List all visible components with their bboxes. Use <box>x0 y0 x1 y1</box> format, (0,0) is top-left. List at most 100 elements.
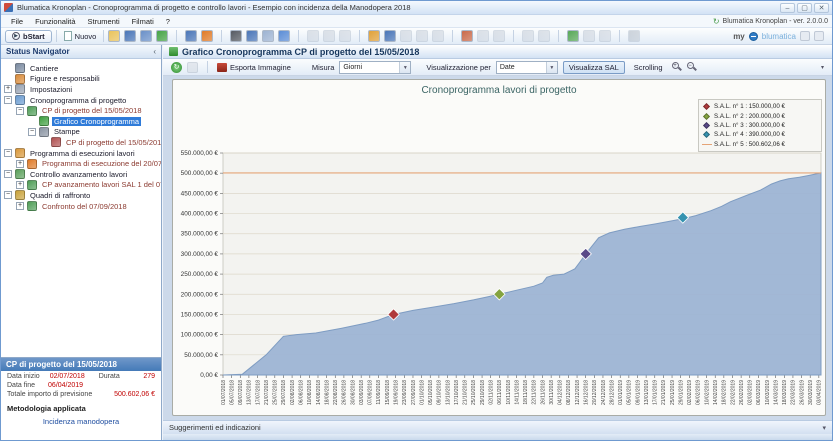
save-all-icon[interactable] <box>140 30 152 42</box>
visualizzazione-dropdown[interactable]: Date ▼ <box>496 61 558 74</box>
menu-item-strumenti[interactable]: Strumenti <box>82 17 126 26</box>
tree-item-impostazioni[interactable]: +Impostazioni <box>1 84 161 95</box>
tree-expander-minus[interactable]: − <box>16 107 24 115</box>
switch-view-icon[interactable] <box>461 30 473 42</box>
tree-item-figure-e-responsabili[interactable]: Figure e responsabili <box>1 74 161 85</box>
open-folder-icon[interactable] <box>108 30 120 42</box>
document-title: Grafico Cronoprogramma CP di progetto de… <box>182 47 419 57</box>
cp-document-icon <box>27 106 37 116</box>
refresh-icon[interactable] <box>156 30 168 42</box>
chart-small-icon <box>400 30 412 42</box>
tree-item-controllo-avanzamento-lavori[interactable]: − Controllo avanzamento lavori <box>1 169 161 180</box>
scales-icon[interactable] <box>201 30 213 42</box>
tree-expander-plus[interactable]: + <box>16 181 24 189</box>
x-tick-label: 26/03/2019 <box>799 380 805 405</box>
x-tick-label: 05/01/2019 <box>627 380 633 405</box>
esporta-immagine-button[interactable]: Esporta Immagine <box>217 63 291 72</box>
toolbar-separator <box>558 30 559 42</box>
image-export-icon[interactable] <box>567 30 579 42</box>
tree-item-cp-di-progetto-del-15-05-2018[interactable]: CP di progetto del 15/05/2018 <box>1 137 161 148</box>
tree-item-label: Stampe <box>52 127 82 136</box>
t-arrow-icon[interactable] <box>384 30 396 42</box>
x-tick-label: 01/10/2018 <box>419 380 425 405</box>
execution-item-icon <box>27 159 37 169</box>
tree-expander-plus[interactable]: + <box>16 160 24 168</box>
menu-item-filmati[interactable]: Filmati <box>126 17 160 26</box>
save-icon[interactable] <box>124 30 136 42</box>
tree-expander-plus[interactable]: + <box>4 85 12 93</box>
legend-entry: S.A.L. n° 2 : 200.000,00 € <box>702 111 818 120</box>
tree-item-cronoprogramma-di-progetto[interactable]: − Cronoprogramma di progetto <box>1 95 161 106</box>
x-tick-label: 18/08/2018 <box>324 380 330 405</box>
x-tick-label: 13/07/2018 <box>247 380 253 405</box>
durata-value: 279 <box>143 373 155 380</box>
bar-chart-icon[interactable] <box>246 30 258 42</box>
tree-expander-plus[interactable]: + <box>16 202 24 210</box>
x-tick-label: 22/08/2018 <box>333 380 339 405</box>
y-tick-label: 100.000,00 € <box>181 332 219 339</box>
menu-item-[interactable]: ? <box>160 17 176 26</box>
minimize-button[interactable]: – <box>780 3 795 13</box>
account-icon[interactable] <box>800 31 810 41</box>
execution-folder-icon <box>15 148 25 158</box>
tree-item-confronto-del-07-09-2018[interactable]: +Confronto del 07/09/2018 <box>1 201 161 212</box>
toolbar-separator <box>619 30 620 42</box>
scrolling-button[interactable]: Scrolling <box>630 63 667 72</box>
chevron-down-icon: ▾ <box>822 424 826 432</box>
tree-expander-minus[interactable]: − <box>4 96 12 104</box>
window-icon[interactable] <box>262 30 274 42</box>
table-icon <box>307 30 319 42</box>
metodologia-label: Metodologia applicata <box>1 398 161 413</box>
toolbar-overflow-icon[interactable]: ▾ <box>821 64 824 71</box>
tree-item-label: Grafico Cronoprogramma <box>52 117 141 126</box>
suggestions-bar[interactable]: Suggerimenti ed indicazioni ▾ <box>163 420 832 434</box>
b-export-icon[interactable] <box>368 30 380 42</box>
x-tick-label: 02/03/2019 <box>748 380 754 405</box>
tree-expander-minus[interactable]: − <box>4 170 12 178</box>
tree-expander-minus[interactable]: − <box>28 128 36 136</box>
misura-dropdown[interactable]: Giorni ▼ <box>339 61 411 74</box>
cut-icon[interactable] <box>230 30 242 42</box>
collapse-sidebar-button[interactable]: ‹ <box>153 47 156 56</box>
x-tick-label: 17/07/2018 <box>255 380 261 405</box>
x-tick-label: 22/11/2018 <box>532 380 538 405</box>
bstart-button[interactable]: ▶ bStart <box>5 30 52 43</box>
zoom-in-button[interactable]: + <box>672 62 682 72</box>
tree-item-cantiere[interactable]: Cantiere <box>1 63 161 74</box>
close-button[interactable]: ✕ <box>814 3 829 13</box>
tree-expander-minus[interactable]: − <box>4 191 12 199</box>
tree-item-cp-avanzamento-lavori-sal-1-del-07-09-20[interactable]: +CP avanzamento lavori SAL 1 del 07/09/2… <box>1 180 161 191</box>
x-tick-label: 10/02/2019 <box>704 380 710 405</box>
tree-item-label: Controllo avanzamento lavori <box>28 170 129 179</box>
chart-canvas[interactable]: Cronoprogramma lavori di progetto 0,00 €… <box>172 79 826 416</box>
toolbar-separator <box>359 30 360 42</box>
save-button[interactable] <box>187 62 198 73</box>
metodologia-value-link[interactable]: Incidenza manodopera <box>1 413 161 426</box>
tree-item-programma-di-esecuzione-del-20-07-2018[interactable]: +Programma di esecuzione del 20/07/2018 <box>1 158 161 169</box>
x-tick-label: 03/04/2019 <box>817 380 823 405</box>
tree-item-stampe[interactable]: − Stampe <box>1 127 161 138</box>
toolbar-separator <box>103 30 104 42</box>
tree-item-label: Cronoprogramma di progetto <box>28 96 128 105</box>
tree-item-grafico-cronoprogramma[interactable]: Grafico Cronoprogramma <box>1 116 161 127</box>
x-tick-label: 26/11/2018 <box>540 380 546 405</box>
y-tick-label: 0,00 € <box>200 372 218 379</box>
refresh-button[interactable]: ↻ <box>171 62 182 73</box>
maximize-button[interactable]: ▢ <box>797 3 812 13</box>
tree-expander-minus[interactable]: − <box>4 149 12 157</box>
zoom-out-button[interactable]: − <box>687 62 697 72</box>
tree-item-quadri-di-raffronto[interactable]: −Quadri di raffronto <box>1 190 161 201</box>
menu-item-file[interactable]: File <box>5 17 29 26</box>
y-tick-label: 50.000,00 € <box>184 352 218 359</box>
menu-item-funzionalit[interactable]: Funzionalità <box>29 17 81 26</box>
visualizza-sal-toggle[interactable]: Visualizza SAL <box>563 61 625 74</box>
tree-item-programma-di-esecuzioni-lavori[interactable]: −Programma di esecuzioni lavori <box>1 148 161 159</box>
nuovo-button[interactable]: Nuovo <box>61 31 100 41</box>
chart-icon <box>39 116 49 126</box>
chart-icon[interactable] <box>185 30 197 42</box>
tree-item-cp-di-progetto-del-15-05-2018[interactable]: −CP di progetto del 15/05/2018 <box>1 105 161 116</box>
menu-bar: FileFunzionalitàStrumentiFilmati? ↻ Blum… <box>1 15 832 28</box>
x-tick-label: 29/07/2018 <box>281 380 287 405</box>
apps-grid-icon[interactable] <box>814 31 824 41</box>
grid-icon[interactable] <box>278 30 290 42</box>
